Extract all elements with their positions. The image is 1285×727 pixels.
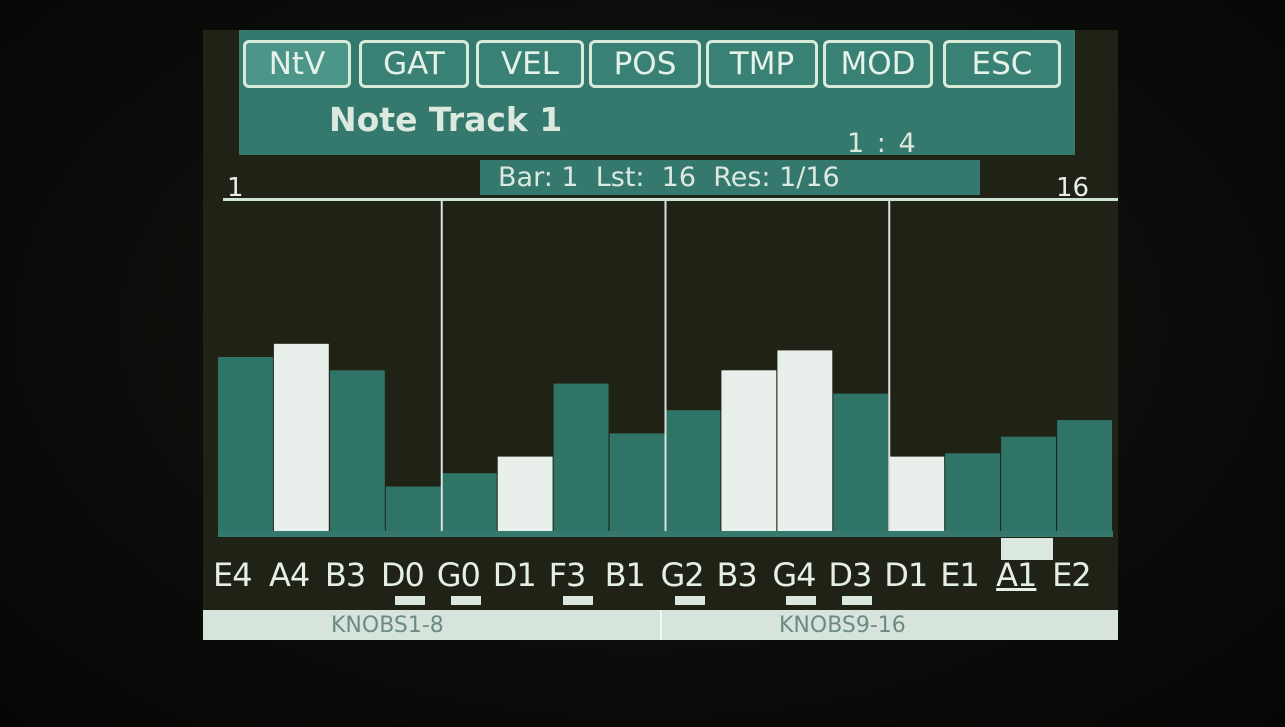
note-labels-row: E4 A4 B3 D0 G0 D1 F3 B1 G2 B3 G4 D3 D1 E1 A1 E2 [211, 556, 1116, 606]
note-label-6[interactable]: D1 [493, 556, 537, 594]
chart-baseline [218, 531, 1113, 537]
step-bar-5[interactable] [441, 473, 497, 533]
knob-indicator-12 [842, 596, 873, 605]
tab-vel[interactable]: VEL [476, 40, 584, 88]
note-label-2[interactable]: A4 [269, 556, 310, 594]
note-label-1[interactable]: E4 [213, 556, 253, 594]
step-bar-13[interactable] [889, 456, 945, 533]
step-bar-7[interactable] [553, 383, 609, 533]
step-bar-10[interactable] [721, 370, 777, 533]
note-label-9[interactable]: G2 [661, 556, 705, 594]
note-label-7[interactable]: F3 [549, 556, 587, 594]
step-bar-9[interactable] [665, 410, 721, 533]
note-label-14[interactable]: E1 [940, 556, 980, 594]
knob-indicator-7 [562, 596, 593, 605]
note-label-16[interactable]: E2 [1052, 556, 1092, 594]
step-bar-12[interactable] [833, 393, 889, 533]
step-bar-1[interactable] [218, 357, 273, 533]
knob-divider [660, 610, 662, 640]
note-label-4[interactable]: D0 [381, 556, 425, 594]
step-bar-2[interactable] [273, 343, 329, 533]
track-title: Note Track 1 [329, 100, 563, 139]
note-label-11[interactable]: G4 [772, 556, 816, 594]
step-bar-chart[interactable] [218, 201, 1113, 533]
step-bar-11[interactable] [777, 350, 833, 533]
step-bar-4[interactable] [385, 486, 441, 534]
knob-indicator-5 [450, 596, 481, 605]
knob-group-1-label: KNOBS1-8 [331, 613, 444, 638]
knob-bar: KNOBS1-8 KNOBS9-16 [203, 610, 1118, 640]
tab-mod[interactable]: MOD [823, 40, 933, 88]
step-bar-3[interactable] [329, 370, 385, 533]
note-label-10[interactable]: B3 [716, 556, 757, 594]
note-label-12[interactable]: D3 [828, 556, 872, 594]
note-label-5[interactable]: G0 [437, 556, 481, 594]
step-bar-8[interactable] [609, 433, 665, 533]
knob-indicator-4 [394, 596, 425, 605]
knob-indicator-11 [786, 596, 817, 605]
tab-pos[interactable]: POS [589, 40, 701, 88]
step-bar-14[interactable] [945, 453, 1001, 533]
note-label-8[interactable]: B1 [605, 556, 646, 594]
note-label-15[interactable]: A1 [996, 556, 1037, 594]
tab-esc[interactable]: ESC [943, 40, 1061, 88]
step-bar-16[interactable] [1057, 420, 1112, 533]
tab-gat[interactable]: GAT [359, 40, 469, 88]
bar-info: Bar: 1 Lst: 16 Res: 1/16 [480, 160, 980, 195]
tab-ntv[interactable]: NtV [243, 40, 351, 88]
device-screen: NtV GAT VEL POS TMP MOD ESC Note Track 1… [203, 30, 1118, 640]
knob-indicator-9 [674, 596, 705, 605]
tab-tmp[interactable]: TMP [706, 40, 818, 88]
step-bar-6[interactable] [497, 456, 553, 533]
note-label-3[interactable]: B3 [325, 556, 366, 594]
knob-group-2-label: KNOBS9-16 [779, 613, 906, 638]
position-counter: 1 : 4 [847, 128, 918, 159]
step-bar-15[interactable] [1001, 436, 1056, 533]
note-label-13[interactable]: D1 [884, 556, 928, 594]
